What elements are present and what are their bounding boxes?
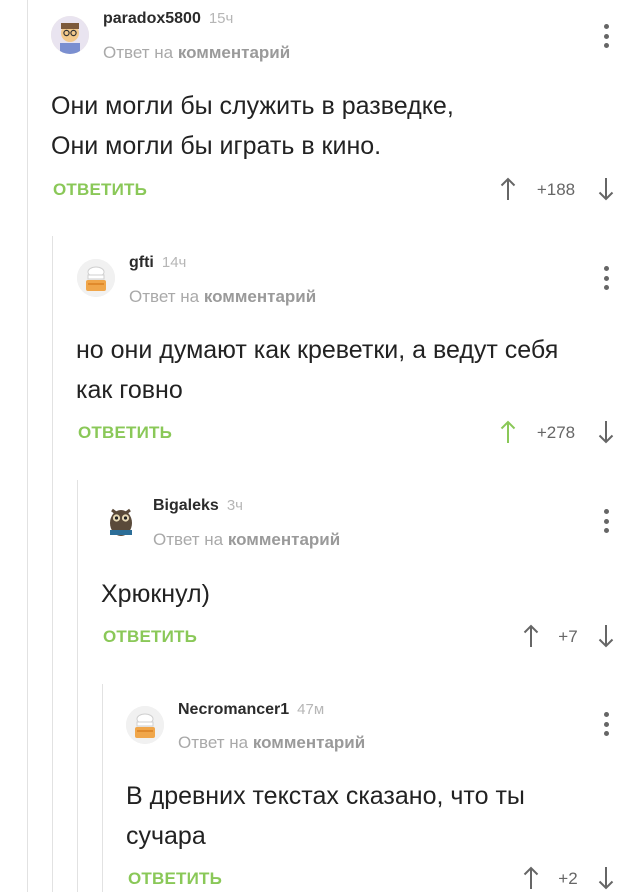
reply-target-link[interactable]: комментарий <box>253 733 365 752</box>
vertical-ellipsis-icon[interactable] <box>602 712 610 736</box>
author-label: Necromancer1 <box>178 701 290 718</box>
author-name[interactable]: Necromancer1 47м <box>178 701 324 719</box>
comment: Necromancer1 47м Ответ на комментарий В д… <box>0 0 640 892</box>
comment-text: В древних текстах сказано, что ты сучара <box>126 776 525 856</box>
avatar[interactable] <box>126 706 164 744</box>
comment-time: 47м <box>297 701 325 718</box>
arrow-down-icon[interactable] <box>598 866 614 890</box>
comment-text-line: сучара <box>126 822 206 850</box>
arrow-up-icon[interactable] <box>523 866 539 890</box>
rating-value: +2 <box>558 869 578 888</box>
reply-prefix: Ответ на <box>178 733 249 752</box>
reply-button[interactable]: ОТВЕТИТЬ <box>128 869 222 889</box>
comment-text-line: В древних текстах сказано, что ты <box>126 782 525 810</box>
reply-to: Ответ на комментарий <box>178 733 365 753</box>
